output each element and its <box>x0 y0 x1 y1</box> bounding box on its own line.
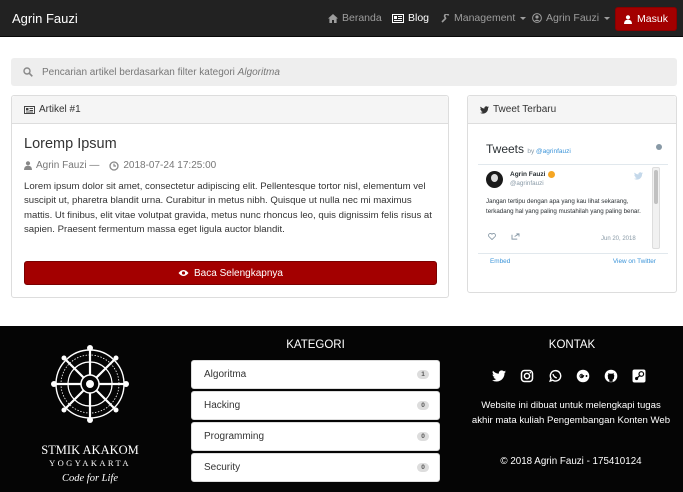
logo-city: YOGYAKARTA <box>49 458 131 468</box>
user-icon <box>624 14 633 24</box>
chevron-down-icon <box>604 16 611 20</box>
read-more-label: Baca Selengkapnya <box>194 267 283 279</box>
article-panel-heading: Artikel #1 <box>12 96 448 124</box>
copyright-text: © 2018 Agrin Fauzi - 175410124 <box>500 456 642 467</box>
login-button[interactable]: Masuk <box>615 7 677 31</box>
twitter-icon[interactable] <box>492 369 506 383</box>
read-more-button[interactable]: Baca Selengkapnya <box>24 261 437 285</box>
tweet-text: Jangan tertipu dengan apa yang kau lihat… <box>486 198 641 215</box>
search-bar[interactable]: Pencarian artikel berdasarkan filter kat… <box>11 58 677 86</box>
github-icon[interactable] <box>604 369 618 383</box>
badge-icon <box>548 171 556 178</box>
article-meta: Agrin Fauzi — 2018-07-24 17:25:00 <box>24 160 216 171</box>
category-count-badge: 0 <box>417 463 429 472</box>
heart-icon[interactable] <box>488 233 496 240</box>
avatar[interactable] <box>486 171 503 188</box>
category-name: Algoritma <box>204 369 247 380</box>
category-item[interactable]: Algoritma 1 <box>191 360 440 389</box>
wrench-icon <box>441 13 450 23</box>
search-category: Algoritma <box>237 66 280 78</box>
kategori-title: KATEGORI <box>286 339 345 351</box>
category-count-badge: 0 <box>417 401 429 410</box>
scrollbar-thumb[interactable] <box>654 170 658 204</box>
home-icon <box>328 13 338 23</box>
category-name: Security <box>204 462 241 473</box>
article-date: 2018-07-24 17:25:00 <box>123 160 217 171</box>
tweet-panel-heading: Tweet Terbaru <box>468 96 676 124</box>
nav-user-label: Agrin Fauzi <box>546 12 600 24</box>
category-name: Programming <box>204 431 265 442</box>
clock-icon <box>109 160 120 171</box>
footer: STMIK AKAKOM YOGYAKARTA Code for Life KA… <box>0 326 683 492</box>
logo-tagline: Code for Life <box>62 473 118 484</box>
twitter-icon <box>480 105 489 114</box>
nav-beranda[interactable]: Beranda <box>328 12 382 24</box>
whatsapp-icon[interactable] <box>548 369 562 383</box>
tweet-card[interactable]: Agrin Fauzi @agrinfauzi Jangan tertipu d… <box>478 164 668 264</box>
article-author: Agrin Fauzi — <box>36 160 100 171</box>
article-body: Lorem ipsum dolor sit amet, consectetur … <box>24 181 432 236</box>
nav-beranda-label: Beranda <box>342 12 382 24</box>
brand-link[interactable]: Agrin Fauzi <box>12 11 78 26</box>
category-count-badge: 1 <box>417 370 429 379</box>
tweet-panel: Tweet Terbaru Tweets by @agrinfauzi Agri… <box>467 95 677 293</box>
timeline-scrollbar[interactable] <box>652 167 660 249</box>
search-text: Pencarian artikel berdasarkan filter kat… <box>42 66 280 78</box>
chevron-down-icon <box>520 16 527 20</box>
article-panel: Artikel #1 Loremp Ipsum Agrin Fauzi — 20… <box>11 95 449 298</box>
tweet-author-handle[interactable]: @agrinfauzi <box>510 180 544 187</box>
instagram-icon[interactable] <box>520 369 534 383</box>
timeline-title: Tweets <box>486 142 525 156</box>
kontak-description: Website ini dibuat untuk melengkapi tuga… <box>471 400 671 426</box>
category-list: Algoritma 1 Hacking 0 Programming 0 Secu… <box>191 360 440 484</box>
login-button-label: Masuk <box>637 13 668 25</box>
timeline-footer: Embed View on Twitter <box>478 253 668 267</box>
category-count-badge: 0 <box>417 432 429 441</box>
user-icon <box>24 161 32 170</box>
category-item[interactable]: Programming 0 <box>191 422 440 451</box>
embed-link[interactable]: Embed <box>490 258 510 265</box>
nav-blog-label: Blog <box>408 12 430 24</box>
twitter-timeline: Tweets by @agrinfauzi Agrin Fauzi @agrin… <box>478 132 668 276</box>
nav-user-dropdown[interactable]: Agrin Fauzi <box>532 12 611 24</box>
tweet-panel-title: Tweet Terbaru <box>493 104 557 115</box>
category-name: Hacking <box>204 400 241 411</box>
twitter-bird-icon[interactable] <box>634 172 643 180</box>
timeline-by-handle[interactable]: @agrinfauzi <box>536 148 571 155</box>
article-title[interactable]: Loremp Ipsum <box>24 136 117 152</box>
social-links <box>492 369 646 383</box>
steam-icon[interactable] <box>632 369 646 383</box>
akakom-logo: STMIK AKAKOM YOGYAKARTA Code for Life <box>41 345 139 484</box>
timeline-header: Tweets by @agrinfauzi <box>486 142 571 156</box>
logo-name: STMIK AKAKOM <box>41 443 139 457</box>
newspaper-icon <box>24 105 35 114</box>
timeline-by: by @agrinfauzi <box>527 148 571 155</box>
nav-blog[interactable]: Blog <box>392 12 429 24</box>
category-item[interactable]: Hacking 0 <box>191 391 440 420</box>
user-circle-icon <box>532 13 542 23</box>
newspaper-icon <box>392 13 404 23</box>
google-plus-icon[interactable] <box>576 369 590 383</box>
nav-management-dropdown[interactable]: Management <box>441 12 527 24</box>
eye-icon <box>178 270 189 276</box>
navbar: Agrin Fauzi Beranda Blog Management Agri… <box>0 0 683 37</box>
tweet-date[interactable]: Jun 20, 2018 <box>601 236 636 242</box>
search-icon <box>23 67 33 77</box>
view-on-twitter-link[interactable]: View on Twitter <box>613 258 656 265</box>
tweet-author-name[interactable]: Agrin Fauzi <box>510 171 556 178</box>
info-icon[interactable] <box>656 144 662 150</box>
share-icon[interactable] <box>511 233 520 240</box>
kontak-title: KONTAK <box>548 339 596 351</box>
nav-management-label: Management <box>454 12 516 24</box>
article-panel-title: Artikel #1 <box>39 104 81 115</box>
category-item[interactable]: Security 0 <box>191 453 440 482</box>
